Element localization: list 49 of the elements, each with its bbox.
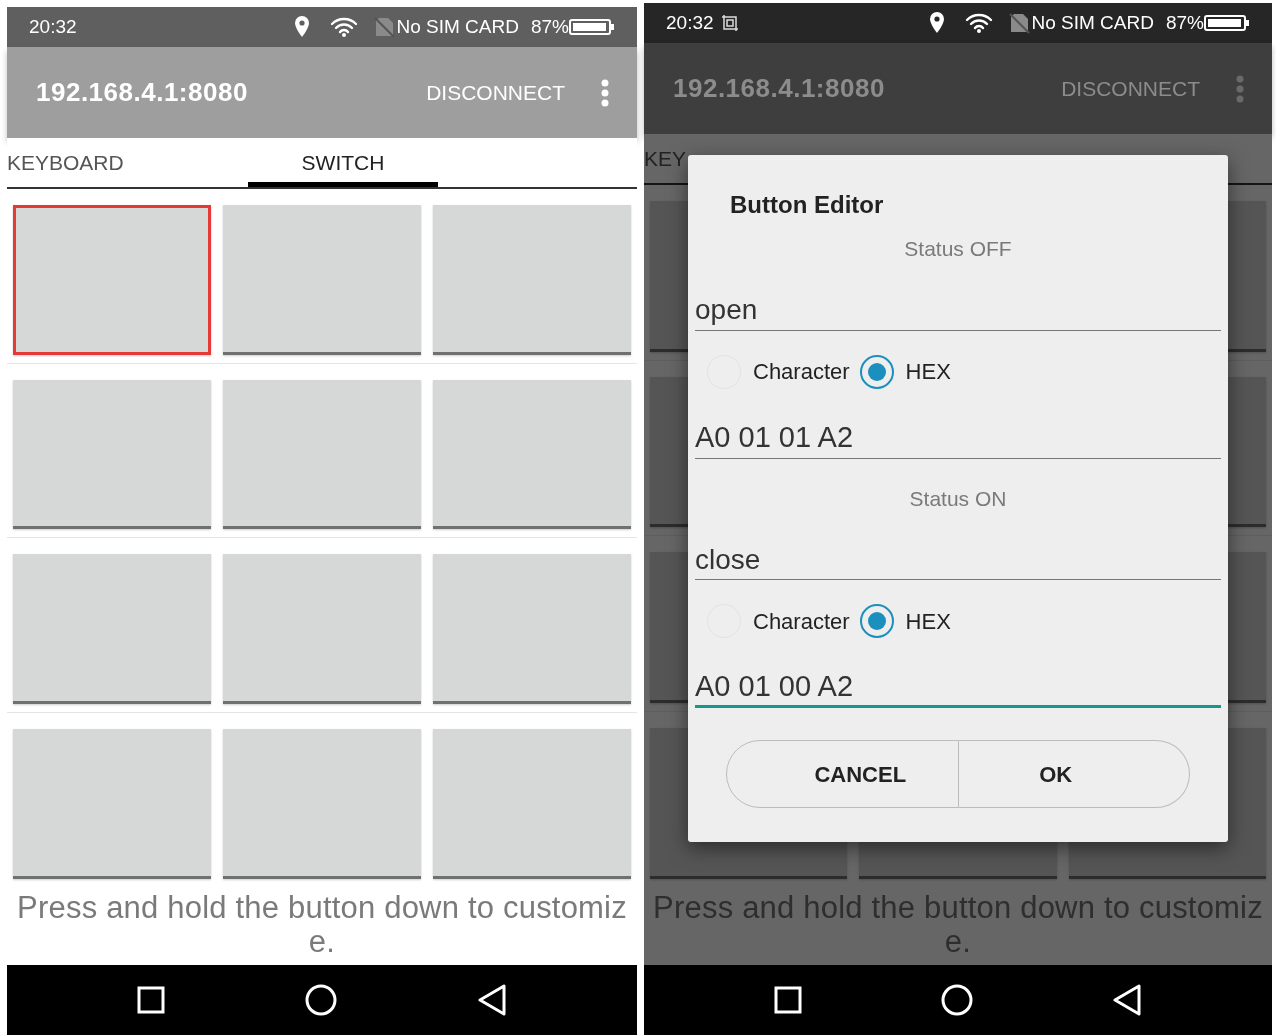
code-field[interactable]: A0 01 00 A2	[695, 668, 1221, 708]
recent-apps-icon[interactable]	[137, 986, 165, 1014]
code-field[interactable]: A0 01 01 A2	[695, 418, 1221, 459]
location-pin-icon	[927, 11, 946, 35]
app-bar-title: 192.168.4.1:8080	[673, 72, 885, 105]
switch-button[interactable]	[433, 554, 631, 704]
switch-button[interactable]	[13, 554, 211, 704]
battery-icon	[1204, 14, 1250, 32]
switch-button[interactable]	[13, 728, 211, 879]
recent-apps-icon[interactable]	[773, 986, 802, 1014]
switch-button[interactable]	[13, 379, 211, 529]
switch-button[interactable]	[223, 205, 421, 355]
name-field[interactable]: open	[695, 290, 1221, 331]
wifi-icon	[963, 12, 994, 34]
switch-button[interactable]	[433, 728, 631, 879]
switch-button[interactable]	[433, 379, 631, 529]
home-icon[interactable]	[941, 984, 973, 1016]
switch-button[interactable]	[223, 379, 421, 529]
back-icon[interactable]	[1112, 984, 1143, 1016]
dialog-title: Button Editor	[730, 190, 885, 220]
no-sim-icon	[1007, 12, 1030, 34]
switch-button[interactable]	[223, 554, 421, 704]
home-icon[interactable]	[305, 984, 337, 1016]
switch-button[interactable]	[433, 205, 631, 355]
more-options-icon[interactable]	[1236, 74, 1244, 103]
tab[interactable]: KEYBOARD	[7, 138, 197, 187]
hint-text: Press and hold the button down to customize.	[644, 887, 1272, 965]
battery-percent: 87%	[530, 14, 569, 39]
back-icon[interactable]	[477, 984, 507, 1016]
no-sim-icon	[372, 16, 395, 38]
clock-time: 20:32	[29, 14, 77, 39]
name-field[interactable]: close	[695, 540, 1221, 580]
radio-option[interactable]: Character	[707, 354, 850, 389]
switch-button[interactable]	[223, 728, 421, 879]
battery-icon	[569, 18, 615, 36]
location-pin-icon	[292, 15, 311, 39]
more-options-icon[interactable]	[601, 78, 609, 107]
carrier-label: No SIM CARD	[396, 14, 519, 39]
wifi-icon	[328, 16, 359, 38]
carrier-label: No SIM CARD	[1031, 10, 1154, 35]
clock-time: 20:32	[666, 10, 714, 35]
section-heading: Status ON	[909, 485, 1007, 512]
app-bar-title: 192.168.4.1:8080	[36, 76, 248, 109]
radio-option[interactable]: HEX	[859, 604, 951, 638]
radio-option[interactable]: Character	[707, 604, 850, 638]
switch-button[interactable]	[13, 205, 211, 355]
battery-percent: 87%	[1165, 10, 1204, 35]
radio-option[interactable]: HEX	[859, 354, 951, 389]
section-heading: Status OFF	[904, 236, 1012, 262]
